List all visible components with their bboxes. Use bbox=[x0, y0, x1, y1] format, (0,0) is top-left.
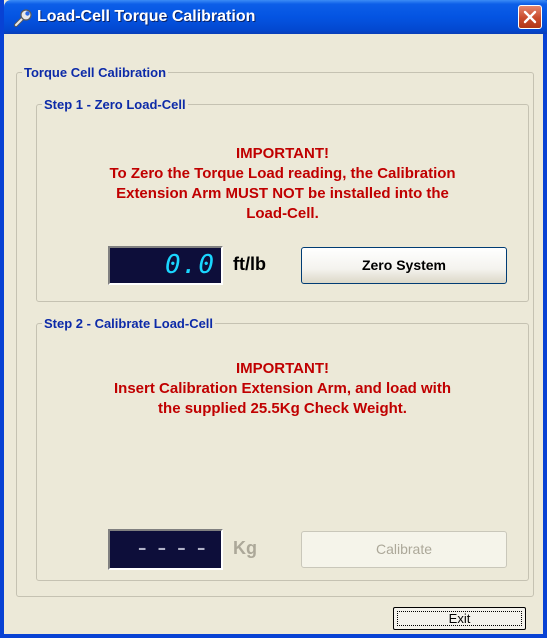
torque-readout-display: 0.0 bbox=[108, 246, 223, 285]
torque-cell-calibration-title: Torque Cell Calibration bbox=[24, 65, 167, 80]
weight-unit: Kg bbox=[233, 538, 257, 558]
wrench-icon bbox=[13, 8, 33, 28]
weight-readout-display: ---- bbox=[108, 529, 223, 570]
step1-important: IMPORTANT! bbox=[235, 145, 330, 162]
weight-reading: ---- bbox=[134, 533, 213, 563]
calibration-window: Load-Cell Torque Calibration Torque Cell… bbox=[0, 0, 547, 638]
calibrate-button[interactable]: Calibrate bbox=[301, 531, 507, 568]
step1-title: Step 1 - Zero Load-Cell bbox=[44, 97, 186, 112]
step2-title: Step 2 - Calibrate Load-Cell bbox=[44, 316, 214, 331]
step1-message-line3: Load-Cell. bbox=[246, 205, 319, 222]
step1-message-line1: To Zero the Torque Load reading, the Cal… bbox=[109, 165, 456, 182]
torque-reading: 0.0 bbox=[165, 250, 215, 280]
zero-system-button[interactable]: Zero System bbox=[301, 247, 507, 284]
exit-label: Exit bbox=[448, 611, 471, 626]
close-icon bbox=[523, 10, 537, 24]
window-title: Load-Cell Torque Calibration bbox=[37, 8, 256, 25]
step1-message-line2: Extension Arm MUST NOT be installed into… bbox=[116, 185, 449, 202]
close-button[interactable] bbox=[518, 5, 542, 29]
title-bar[interactable]: Load-Cell Torque Calibration bbox=[4, 0, 547, 34]
step2-important: IMPORTANT! bbox=[235, 360, 330, 377]
step2-message-line1: Insert Calibration Extension Arm, and lo… bbox=[114, 380, 451, 397]
exit-button[interactable]: Exit bbox=[393, 607, 526, 630]
step2-message-line2: the supplied 25.5Kg Check Weight. bbox=[158, 400, 407, 417]
torque-unit: ft/lb bbox=[233, 254, 266, 274]
